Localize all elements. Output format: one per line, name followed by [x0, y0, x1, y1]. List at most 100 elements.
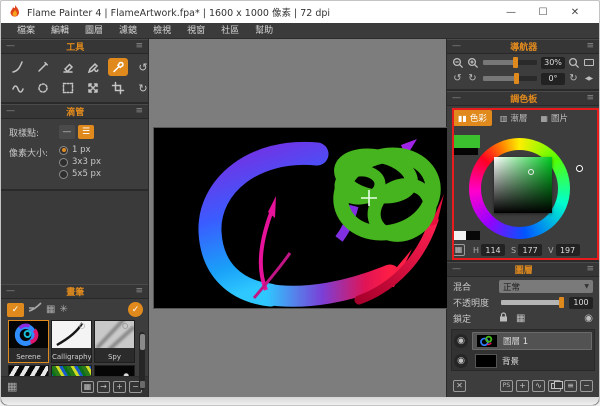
navigator-menu-icon[interactable]: ≡	[586, 42, 594, 51]
zoom-in-icon[interactable]	[466, 56, 479, 69]
brushes-scrollbar[interactable]	[139, 332, 145, 390]
close-button[interactable]: ✕	[559, 2, 591, 22]
tab-image[interactable]: ▦圖片	[535, 110, 573, 126]
eraser-tool-button[interactable]	[58, 58, 78, 76]
tools-collapse-icon[interactable]: —	[6, 42, 15, 51]
layer-row-background[interactable]: ◉ 背景	[454, 352, 592, 370]
brushes-collapse-icon[interactable]: —	[6, 287, 15, 296]
rotate-cw-icon[interactable]: ↻	[466, 72, 479, 85]
pen-tool-button[interactable]	[33, 58, 53, 76]
reset-rotation-icon[interactable]: ↻	[567, 72, 580, 85]
flame-brush-tool-button[interactable]	[8, 58, 28, 76]
brush-grid-view-icon[interactable]: ▦	[7, 380, 17, 393]
brush-item-partial-2[interactable]	[51, 365, 92, 376]
palette-collapse-icon[interactable]: —	[452, 94, 461, 103]
value-value[interactable]: 197	[556, 244, 580, 256]
clear-layer-button[interactable]: ✕	[453, 380, 466, 392]
brushes-menu-icon[interactable]: ≡	[135, 287, 143, 296]
hue-marker[interactable]	[576, 165, 583, 172]
black-swatch[interactable]	[466, 231, 480, 240]
rotate-ccw-icon[interactable]: ↺	[451, 72, 464, 85]
layer-row-1[interactable]: ◉ 圖層 1	[454, 332, 592, 350]
curve-tool-button[interactable]	[8, 79, 28, 97]
brush-stroke-filter-icon[interactable]	[28, 302, 42, 317]
crop-tool-button[interactable]	[108, 79, 128, 97]
menu-view[interactable]: 檢視	[145, 23, 179, 39]
add-vector-layer-button[interactable]: ∿	[532, 380, 545, 392]
brush-particle-filter-icon[interactable]: ✳	[59, 304, 67, 316]
import-psd-button[interactable]: PS	[500, 380, 513, 392]
fill-tool-button[interactable]	[83, 58, 103, 76]
saturation-value-box[interactable]	[494, 157, 552, 213]
zoom-value[interactable]: 30%	[541, 57, 565, 69]
sample-average-button[interactable]: ☰	[78, 125, 94, 139]
layers-collapse-icon[interactable]: —	[452, 265, 461, 274]
fit-to-screen-icon[interactable]	[582, 56, 595, 69]
flip-horizontal-icon[interactable]: ◀▶	[582, 72, 595, 85]
delete-layer-button[interactable]: −	[580, 380, 593, 392]
pixel-size-3x3-radio[interactable]: 3x3 px	[59, 157, 101, 167]
merge-layers-button[interactable]: ≡	[564, 380, 577, 392]
tools-menu-icon[interactable]: ≡	[135, 42, 143, 51]
lock-icon[interactable]	[499, 312, 508, 325]
blend-mode-dropdown[interactable]: 正常 ▼	[499, 280, 593, 293]
duplicate-layer-button[interactable]	[548, 380, 561, 392]
layers-menu-icon[interactable]: ≡	[586, 265, 594, 274]
menu-edit[interactable]: 編輯	[43, 23, 77, 39]
blur-tool-button[interactable]	[33, 79, 53, 97]
eyedropper-tool-button[interactable]	[108, 58, 128, 76]
sv-marker[interactable]	[528, 169, 534, 175]
current-color-swatch[interactable]	[454, 135, 480, 148]
visibility-all-icon[interactable]: ◉	[584, 314, 593, 324]
tab-gradient[interactable]: ▥漸層	[495, 110, 533, 126]
brush-library-filter-icon[interactable]: ▦	[46, 304, 55, 316]
zoom-slider-handle[interactable]	[513, 57, 518, 68]
palette-menu-icon[interactable]: ≡	[586, 94, 594, 103]
opacity-value[interactable]: 100	[569, 297, 593, 309]
rotation-slider[interactable]	[483, 73, 537, 84]
zoom-out-icon[interactable]	[451, 56, 464, 69]
menu-layer[interactable]: 圖層	[77, 23, 111, 39]
artwork-canvas[interactable]	[154, 128, 447, 308]
menu-help[interactable]: 幫助	[247, 23, 281, 39]
layer1-visibility-icon[interactable]: ◉	[454, 334, 468, 348]
brush-filter-favorites-button[interactable]: ✓	[7, 303, 24, 317]
brush-item-serene[interactable]: Serene	[8, 320, 49, 363]
tab-color[interactable]: ▮▮色彩	[453, 110, 492, 126]
navigator-collapse-icon[interactable]: —	[452, 42, 461, 51]
rotation-slider-handle[interactable]	[514, 73, 519, 84]
brush-item-calligraphy[interactable]: Calligraphy	[51, 320, 92, 363]
lock-transparency-icon[interactable]: ▦	[516, 314, 525, 324]
hue-value[interactable]: 114	[481, 244, 505, 256]
pixel-size-5x5-radio[interactable]: 5x5 px	[59, 169, 101, 179]
white-swatch[interactable]	[452, 231, 466, 240]
brush-item-partial-1[interactable]	[8, 365, 49, 376]
palette-grid-button[interactable]: ▦	[452, 244, 465, 256]
brush-item-spy[interactable]: Spy	[94, 320, 135, 363]
select-tool-button[interactable]	[58, 79, 78, 97]
saturation-value[interactable]: 177	[518, 244, 542, 256]
canvas-workspace[interactable]	[148, 39, 447, 397]
menu-community[interactable]: 社區	[213, 23, 247, 39]
add-layer-button[interactable]: +	[516, 380, 529, 392]
transform-tool-button[interactable]	[83, 79, 103, 97]
sample-single-button[interactable]: —	[59, 125, 75, 139]
menu-file[interactable]: 檔案	[9, 23, 43, 39]
scrollbar-down-button[interactable]	[140, 381, 145, 388]
secondary-color-swatch[interactable]	[454, 148, 478, 155]
brush-add-button[interactable]: +	[113, 381, 126, 393]
brush-item-partial-3[interactable]	[94, 365, 135, 376]
scrollbar-thumb[interactable]	[140, 334, 145, 350]
brush-thumbnail-size-button[interactable]: ▦	[81, 381, 94, 393]
menu-window[interactable]: 視窗	[179, 23, 213, 39]
brush-sync-button[interactable]: ✓	[128, 302, 143, 317]
zoom-slider[interactable]	[483, 57, 537, 68]
rotation-value[interactable]: 0°	[541, 73, 565, 85]
magnifier-icon[interactable]	[567, 56, 580, 69]
maximize-button[interactable]: ☐	[527, 2, 559, 22]
opacity-slider-handle[interactable]	[559, 297, 564, 308]
brush-export-button[interactable]: →	[97, 381, 110, 393]
eyedropper-menu-icon[interactable]: ≡	[135, 107, 143, 116]
eyedropper-collapse-icon[interactable]: —	[6, 107, 15, 116]
menu-filter[interactable]: 濾鏡	[111, 23, 145, 39]
